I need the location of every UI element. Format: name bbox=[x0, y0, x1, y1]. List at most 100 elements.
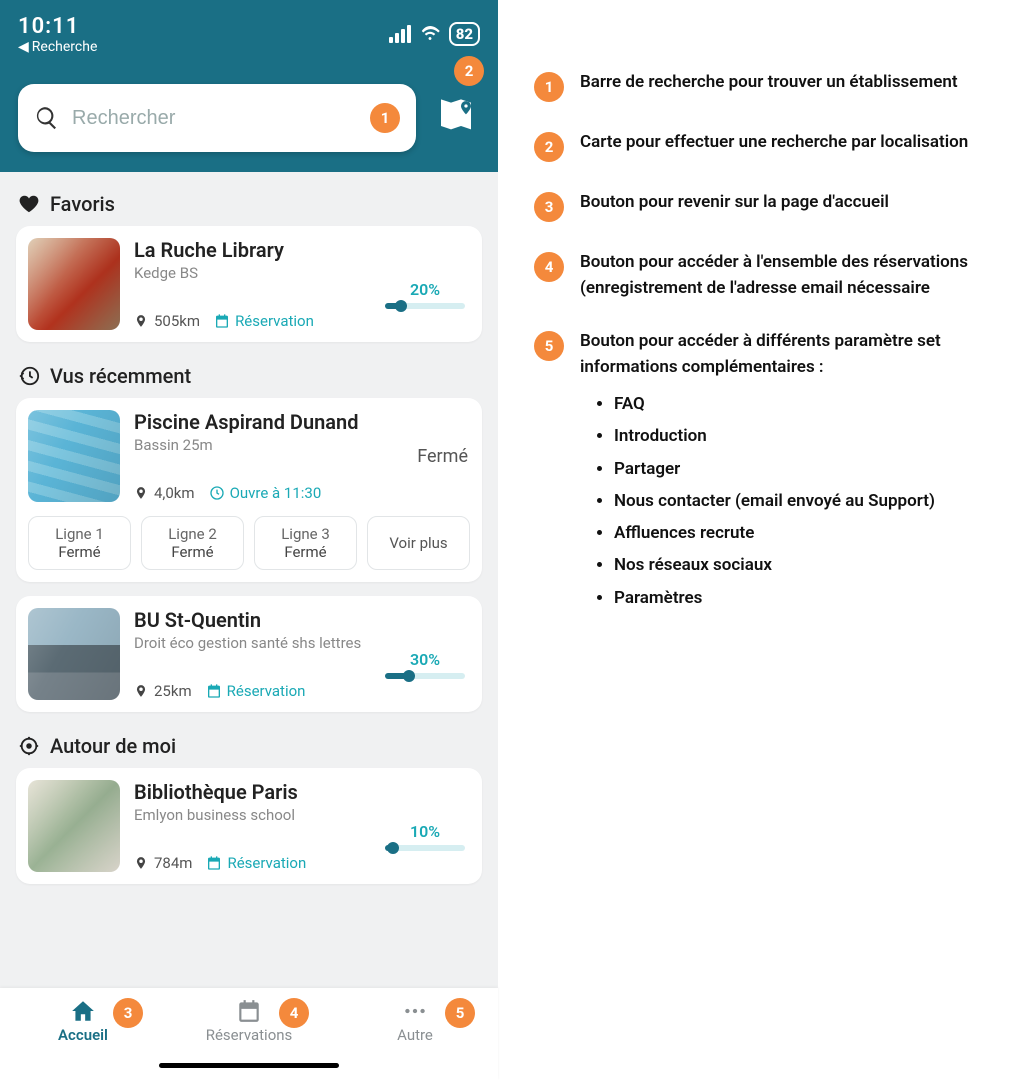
back-arrow-icon: ◀ bbox=[18, 39, 29, 55]
legend-text-2: Carte pour effectuer une recherche par l… bbox=[580, 130, 968, 156]
pin-icon bbox=[134, 682, 148, 700]
status-bar: 10:11 ◀ Recherche 82 bbox=[0, 0, 498, 60]
card-distance: 4,0km bbox=[154, 484, 195, 502]
thumbnail bbox=[28, 780, 120, 872]
card-title: Piscine Aspirand Dunand bbox=[134, 410, 470, 434]
search-icon bbox=[34, 105, 60, 131]
nav-reservations-label: Réservations bbox=[206, 1026, 293, 1044]
nav-reservations[interactable]: Réservations 4 bbox=[179, 998, 319, 1044]
legend-bullet: Affluences recrute bbox=[614, 517, 1005, 549]
reservation-label: Réservation bbox=[227, 854, 306, 872]
occupancy-bar bbox=[385, 845, 465, 851]
status-closed: Fermé bbox=[417, 446, 468, 467]
recent-card-pool[interactable]: Piscine Aspirand Dunand Bassin 25m 4,0km… bbox=[16, 398, 482, 582]
heart-icon bbox=[18, 193, 40, 215]
calendar-icon bbox=[214, 313, 230, 329]
search-input[interactable] bbox=[72, 107, 358, 130]
annotation-3: 3 bbox=[113, 998, 143, 1028]
occupancy-bar bbox=[385, 303, 465, 309]
recent-card-bu[interactable]: BU St-Quentin Droit éco gestion santé sh… bbox=[16, 596, 482, 712]
annotation-2: 2 bbox=[454, 56, 484, 86]
reservation-link[interactable]: Réservation bbox=[214, 312, 314, 330]
search-box[interactable]: 1 bbox=[18, 84, 416, 152]
section-recent: Vus récemment bbox=[16, 356, 482, 398]
calendar-icon bbox=[206, 855, 222, 871]
section-around: Autour de moi bbox=[16, 726, 482, 768]
card-distance: 505km bbox=[154, 312, 200, 330]
nav-other[interactable]: Autre 5 bbox=[345, 998, 485, 1044]
lane-chip-3[interactable]: Ligne 3 Fermé bbox=[254, 516, 357, 570]
card-title: BU St-Quentin bbox=[134, 608, 470, 632]
occupancy-pct: 30% bbox=[380, 650, 470, 669]
section-recent-label: Vus récemment bbox=[50, 364, 191, 388]
annotation-4: 4 bbox=[279, 998, 309, 1028]
legend-panel: 1 Barre de recherche pour trouver un éta… bbox=[498, 0, 1031, 1080]
clock-icon bbox=[209, 485, 225, 501]
legend-text-4: Bouton pour accéder à l'ensemble des rés… bbox=[580, 250, 1005, 301]
reservation-link[interactable]: Réservation bbox=[206, 682, 306, 700]
around-card[interactable]: Bibliothèque Paris Emlyon business schoo… bbox=[16, 768, 482, 884]
legend-bullet: Partager bbox=[614, 453, 1005, 485]
content-scroll[interactable]: Favoris La Ruche Library Kedge BS 505km … bbox=[0, 172, 498, 988]
reservation-link[interactable]: Réservation bbox=[206, 854, 306, 872]
legend-num-1: 1 bbox=[534, 72, 564, 102]
legend-num-2: 2 bbox=[534, 132, 564, 162]
reservation-label: Réservation bbox=[235, 312, 314, 330]
home-icon bbox=[70, 998, 96, 1024]
annotation-5: 5 bbox=[445, 998, 475, 1028]
nav-other-label: Autre bbox=[397, 1026, 433, 1044]
favorite-card[interactable]: La Ruche Library Kedge BS 505km Réservat… bbox=[16, 226, 482, 342]
legend-text-1: Barre de recherche pour trouver un établ… bbox=[580, 70, 958, 96]
map-button[interactable] bbox=[436, 96, 476, 140]
nav-home-label: Accueil bbox=[58, 1026, 108, 1044]
legend-bullet: Introduction bbox=[614, 420, 1005, 452]
home-indicator bbox=[159, 1063, 339, 1068]
pin-icon bbox=[134, 484, 148, 502]
thumbnail bbox=[28, 238, 120, 330]
calendar-icon bbox=[206, 683, 222, 699]
legend-bullet: Nos réseaux sociaux bbox=[614, 549, 1005, 581]
clock: 10:11 bbox=[18, 14, 97, 39]
nav-home[interactable]: Accueil 3 bbox=[13, 998, 153, 1044]
map-icon bbox=[436, 96, 476, 136]
occupancy-pct: 10% bbox=[380, 822, 470, 841]
pin-icon bbox=[134, 854, 148, 872]
section-favorites: Favoris bbox=[16, 184, 482, 226]
legend-num-5: 5 bbox=[534, 331, 564, 361]
thumbnail bbox=[28, 410, 120, 502]
legend-text-5: Bouton pour accéder à différents paramèt… bbox=[580, 331, 941, 377]
legend-num-4: 4 bbox=[534, 252, 564, 282]
back-to-search[interactable]: ◀ Recherche bbox=[18, 39, 97, 55]
calendar-nav-icon bbox=[236, 998, 262, 1024]
opens-at: Ouvre à 11:30 bbox=[209, 484, 322, 502]
bottom-nav: Accueil 3 Réservations 4 Autre 5 bbox=[0, 988, 498, 1080]
section-around-label: Autour de moi bbox=[50, 734, 176, 758]
lane-chip-2[interactable]: Ligne 2 Fermé bbox=[141, 516, 244, 570]
cellular-icon bbox=[389, 25, 411, 43]
legend-bullet: Nous contacter (email envoyé au Support) bbox=[614, 485, 1005, 517]
occupancy-pct: 20% bbox=[380, 280, 470, 299]
back-label: Recherche bbox=[32, 39, 98, 55]
legend-bullet: FAQ bbox=[614, 388, 1005, 420]
see-more-button[interactable]: Voir plus bbox=[367, 516, 470, 570]
history-icon bbox=[18, 365, 40, 387]
legend-text-3: Bouton pour revenir sur la page d'accuei… bbox=[580, 190, 889, 216]
card-title: Bibliothèque Paris bbox=[134, 780, 470, 804]
lane-chip-1[interactable]: Ligne 1 Fermé bbox=[28, 516, 131, 570]
card-distance: 25km bbox=[154, 682, 192, 700]
legend-num-3: 3 bbox=[534, 192, 564, 222]
more-icon bbox=[402, 998, 428, 1024]
card-distance: 784m bbox=[154, 854, 192, 872]
card-title: La Ruche Library bbox=[134, 238, 470, 262]
battery-indicator: 82 bbox=[449, 22, 480, 46]
section-favorites-label: Favoris bbox=[50, 192, 115, 216]
annotation-1: 1 bbox=[370, 103, 400, 133]
phone-frame: 10:11 ◀ Recherche 82 1 2 Fa bbox=[0, 0, 498, 1080]
thumbnail bbox=[28, 608, 120, 700]
search-header: 1 2 bbox=[0, 60, 498, 172]
legend-bullets: FAQ Introduction Partager Nous contacter… bbox=[614, 388, 1005, 614]
occupancy-bar bbox=[385, 673, 465, 679]
wifi-icon bbox=[419, 25, 441, 43]
reservation-label: Réservation bbox=[227, 682, 306, 700]
legend-bullet: Paramètres bbox=[614, 582, 1005, 614]
